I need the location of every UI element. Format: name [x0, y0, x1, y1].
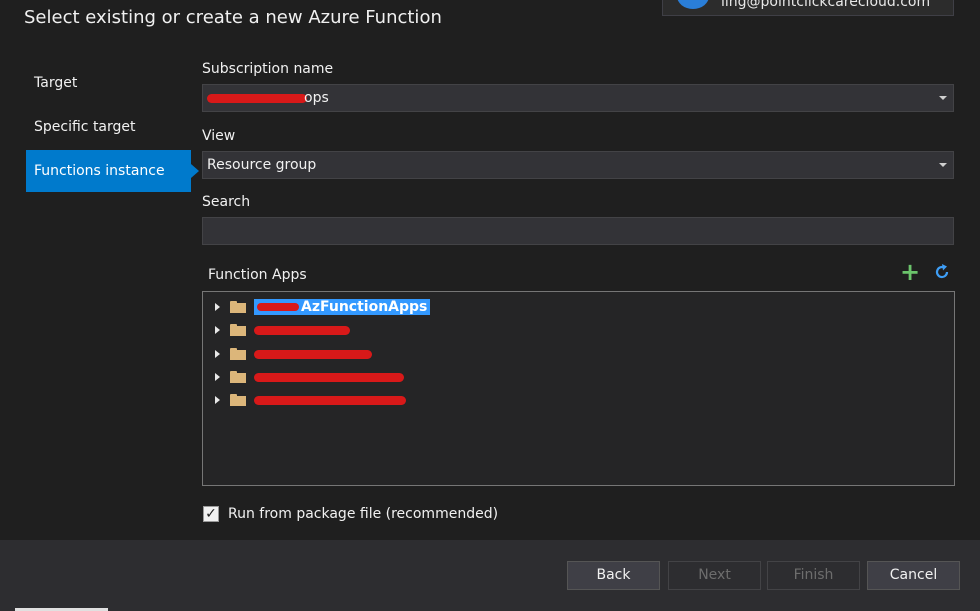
subscription-select[interactable]: ops: [202, 84, 954, 112]
tree-item[interactable]: [215, 344, 372, 364]
account-picker[interactable]: ling@pointclickcarecloud.com: [662, 0, 954, 16]
redaction-mark: [257, 303, 299, 311]
back-button[interactable]: Back: [567, 561, 660, 590]
refresh-icon[interactable]: [932, 262, 952, 282]
chevron-right-icon[interactable]: [215, 303, 220, 311]
dialog-title: Select existing or create a new Azure Fu…: [24, 7, 442, 28]
chevron-right-icon[interactable]: [215, 373, 220, 381]
plus-icon[interactable]: +: [900, 260, 920, 284]
function-apps-label: Function Apps: [208, 267, 307, 283]
view-value: Resource group: [207, 157, 317, 173]
view-label: View: [202, 128, 236, 144]
account-icon: [677, 0, 709, 9]
run-from-package-option[interactable]: ✓ Run from package file (recommended): [203, 506, 498, 522]
folder-icon: [230, 394, 246, 406]
next-button[interactable]: Next: [668, 561, 761, 590]
tree-item[interactable]: [215, 367, 404, 387]
nav-item-label: Specific target: [34, 119, 136, 135]
finish-button[interactable]: Finish: [767, 561, 860, 590]
redaction-mark: [254, 395, 406, 405]
subscription-value: ops: [304, 90, 329, 106]
nav-item-specific-target[interactable]: Specific target: [26, 106, 191, 148]
subscription-label: Subscription name: [202, 61, 334, 77]
nav-item-functions-instance[interactable]: Functions instance: [26, 150, 199, 192]
chevron-right-icon[interactable]: [215, 326, 220, 334]
nav-item-target[interactable]: Target: [26, 62, 191, 104]
nav-item-label: Target: [34, 75, 78, 91]
redaction-mark: [254, 349, 372, 359]
tree-item[interactable]: [215, 390, 406, 410]
tree-item[interactable]: AzFunctionApps: [215, 297, 431, 317]
tree-item-text: AzFunctionApps: [301, 299, 428, 315]
redaction-mark: [254, 372, 404, 382]
account-email: ling@pointclickcarecloud.com: [721, 0, 931, 10]
search-label: Search: [202, 194, 251, 210]
chevron-down-icon: [939, 96, 947, 100]
tree-item[interactable]: [215, 320, 350, 340]
nav-item-label: Functions instance: [34, 163, 165, 179]
wizard-nav: Target Specific target Functions instanc…: [26, 62, 199, 194]
view-select[interactable]: Resource group: [202, 151, 954, 179]
run-from-package-checkbox[interactable]: ✓: [203, 506, 219, 522]
folder-icon: [230, 348, 246, 360]
chevron-down-icon: [939, 163, 947, 167]
folder-icon: [230, 324, 246, 336]
cancel-button[interactable]: Cancel: [867, 561, 960, 590]
tree-item-label: AzFunctionApps: [254, 299, 431, 315]
chevron-right-icon[interactable]: [215, 350, 220, 358]
redaction-mark: [254, 325, 350, 335]
redaction-mark: [207, 93, 307, 103]
folder-icon: [230, 371, 246, 383]
run-from-package-label: Run from package file (recommended): [228, 506, 499, 522]
function-apps-tree[interactable]: AzFunctionApps: [202, 291, 955, 486]
search-input[interactable]: [202, 217, 954, 245]
folder-icon: [230, 301, 246, 313]
chevron-right-icon[interactable]: [215, 396, 220, 404]
